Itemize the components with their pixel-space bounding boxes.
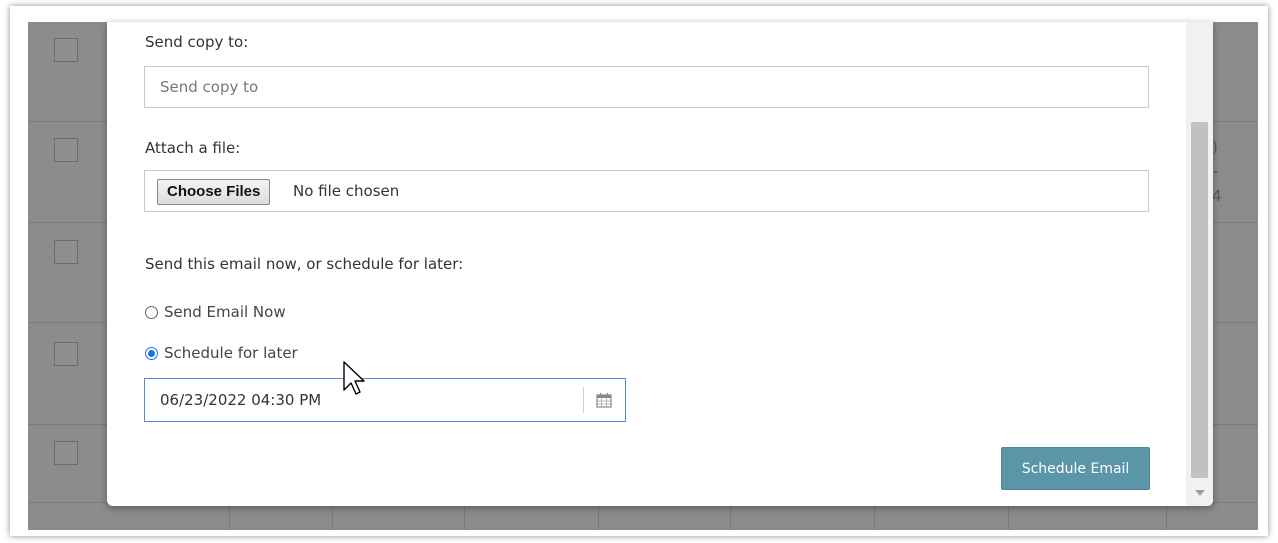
row-checkbox — [54, 138, 78, 162]
calendar-icon[interactable] — [596, 392, 612, 408]
file-status-text: No file chosen — [293, 182, 400, 200]
input-divider — [583, 387, 584, 413]
background-text-fragment: - — [1213, 162, 1219, 180]
copy-to-field — [144, 66, 1149, 108]
schedule-email-button[interactable]: Schedule Email — [1001, 447, 1150, 490]
choose-files-button[interactable]: Choose Files — [157, 179, 271, 205]
schedule-datetime-field — [144, 378, 626, 422]
schedule-later-label: Schedule for later — [164, 344, 298, 362]
scrollbar-thumb[interactable] — [1191, 122, 1208, 478]
send-now-label: Send Email Now — [164, 303, 286, 321]
attach-file-label: Attach a file: — [145, 139, 241, 157]
table-column-divider — [598, 502, 599, 530]
background-text-fragment: 4 — [1212, 187, 1222, 205]
file-upload-field: Choose Files No file chosen — [144, 170, 1149, 212]
send-now-option[interactable]: Send Email Now — [145, 303, 286, 321]
copy-to-label: Send copy to: — [145, 33, 249, 51]
copy-to-input[interactable] — [145, 67, 1148, 107]
row-checkbox — [54, 441, 78, 465]
table-column-divider — [464, 502, 465, 530]
table-column-divider — [229, 502, 230, 530]
row-checkbox — [54, 240, 78, 264]
table-column-divider — [730, 502, 731, 530]
email-dialog: Send copy to: Attach a file: Choose File… — [107, 22, 1213, 506]
schedule-datetime-input[interactable] — [145, 379, 583, 421]
row-checkbox — [54, 342, 78, 366]
dialog-scrollbar[interactable] — [1186, 22, 1213, 506]
schedule-later-radio[interactable] — [145, 346, 158, 360]
send-now-radio[interactable] — [145, 305, 158, 319]
schedule-prompt: Send this email now, or schedule for lat… — [145, 255, 464, 273]
table-column-divider — [1008, 502, 1009, 530]
table-column-divider — [332, 502, 333, 530]
table-column-divider — [874, 502, 875, 530]
schedule-later-option[interactable]: Schedule for later — [145, 344, 298, 362]
table-column-divider — [1166, 502, 1167, 530]
row-checkbox — [54, 38, 78, 62]
scroll-down-arrow-icon[interactable] — [1195, 490, 1205, 496]
